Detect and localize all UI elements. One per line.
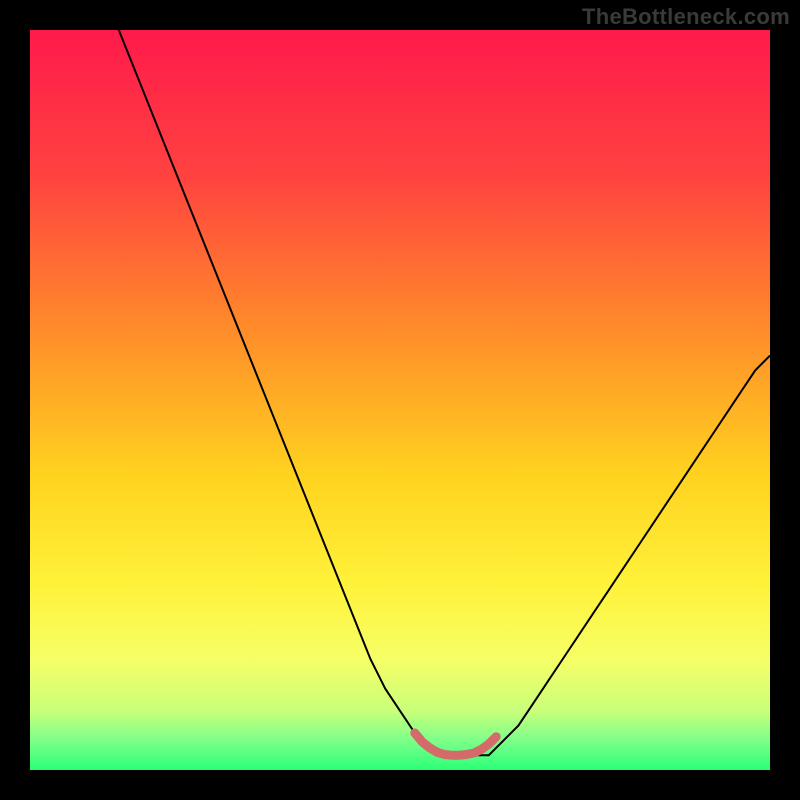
chart-background-gradient bbox=[30, 30, 770, 770]
chart-plot-area bbox=[30, 30, 770, 770]
chart-frame: TheBottleneck.com bbox=[0, 0, 800, 800]
chart-svg bbox=[30, 30, 770, 770]
watermark-text: TheBottleneck.com bbox=[582, 4, 790, 30]
